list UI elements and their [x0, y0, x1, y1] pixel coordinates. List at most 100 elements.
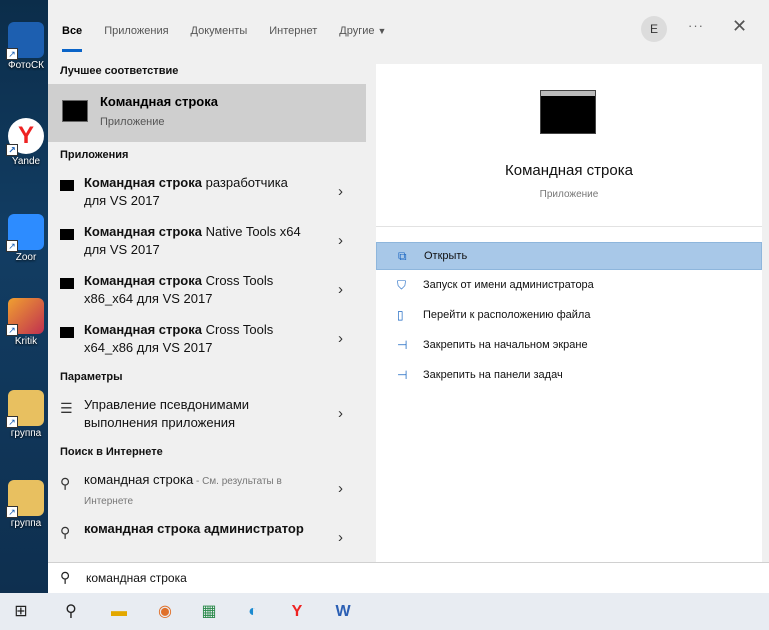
- results-list: Лучшее соответствие Командная строка При…: [48, 58, 366, 562]
- shortcut-arrow-icon: ↗: [6, 416, 18, 428]
- tab-apps[interactable]: Приложения: [104, 0, 168, 58]
- search-input[interactable]: командная строка: [86, 571, 187, 585]
- shortcut-arrow-icon: ↗: [6, 506, 18, 518]
- shortcut-arrow-icon: ↗: [6, 324, 18, 336]
- shield-run-icon: ⛉: [397, 278, 407, 292]
- action-run-as-admin[interactable]: ⛉ Запуск от имени администратора: [376, 272, 762, 300]
- more-options-icon[interactable]: ···: [688, 18, 704, 33]
- settings-result-item[interactable]: ☰ Управление псевдонимами выполнения прил…: [48, 390, 366, 439]
- folder-icon: ↗: [6, 390, 44, 428]
- best-match-title: Командная строка: [100, 94, 218, 109]
- section-apps: Приложения: [60, 149, 129, 161]
- pin-icon: ⊣: [397, 338, 408, 352]
- section-settings: Параметры: [60, 371, 123, 383]
- desktop-icon-label: группа: [10, 518, 42, 529]
- tab-all[interactable]: Все: [62, 0, 83, 58]
- best-match-item[interactable]: Командная строка Приложение: [48, 84, 366, 142]
- shortcut-arrow-icon: ↗: [6, 144, 18, 156]
- terminal-icon: [60, 180, 74, 191]
- calculator-icon[interactable]: ▦: [196, 599, 222, 625]
- settings-result-text: Управление псевдонимами выполнения прилож…: [84, 397, 250, 430]
- action-label: Закрепить на начальном экране: [423, 339, 588, 351]
- tab-label: Другие: [339, 25, 375, 37]
- chevron-right-icon[interactable]: ›: [338, 330, 343, 347]
- zoom-icon: ↗: [6, 214, 44, 252]
- tab-label: Все: [62, 25, 83, 37]
- preview-subtitle: Приложение: [539, 189, 599, 200]
- tab-label: Интернет: [269, 25, 318, 37]
- action-pin-to-taskbar[interactable]: ⊣ Закрепить на панели задач: [376, 362, 762, 390]
- desktop-icon-group-1[interactable]: ↗ группа: [4, 390, 48, 439]
- desktop-icon-label: Kritik: [14, 336, 38, 347]
- chevron-right-icon[interactable]: ›: [338, 405, 343, 422]
- desktop-icon-yandex[interactable]: Y ↗ Yande: [4, 118, 48, 167]
- app-result-text: Командная строка разработчика для VS 2017: [84, 175, 288, 208]
- terminal-icon: [60, 229, 74, 240]
- chevron-down-icon: ▼: [377, 26, 387, 36]
- app-result-item[interactable]: Командная строка Native Tools x64 для VS …: [48, 217, 366, 266]
- app-result-text: Командная строка Cross Tools x64_x86 для …: [84, 322, 274, 355]
- section-web-search: Поиск в Интернете: [60, 446, 163, 458]
- search-panel: Все Приложения Документы Интернет Другие…: [48, 0, 769, 593]
- krita-icon: ↗: [6, 298, 44, 336]
- desktop-icon-krita[interactable]: ↗ Kritik: [4, 298, 48, 347]
- preview-pane: Командная строка Приложение ⧉ Открыть ⛉ …: [376, 64, 762, 562]
- chevron-right-icon[interactable]: ›: [338, 281, 343, 298]
- desktop-icon-label: Zoor: [15, 252, 37, 263]
- app-result-item[interactable]: Командная строка Cross Tools x86_x64 для …: [48, 266, 366, 315]
- word-icon[interactable]: W: [330, 599, 356, 625]
- chevron-right-icon[interactable]: ›: [338, 232, 343, 249]
- photo-app-icon: ↗: [6, 22, 44, 60]
- close-icon[interactable]: ✕: [732, 16, 747, 37]
- desktop-icon-label: ФотоСК: [7, 60, 45, 71]
- folder-icon: ↗: [6, 480, 44, 518]
- divider: [376, 226, 762, 227]
- app-result-text: Командная строка Cross Tools x86_x64 для …: [84, 273, 274, 306]
- action-open-file-location[interactable]: ▯ Перейти к расположению файла: [376, 302, 762, 330]
- shortcut-arrow-icon: ↗: [6, 240, 18, 252]
- desktop-icon-label: группа: [10, 428, 42, 439]
- chevron-right-icon[interactable]: ›: [338, 480, 343, 497]
- terminal-icon: [62, 100, 88, 122]
- app-result-item[interactable]: Командная строка разработчика для VS 2017…: [48, 168, 366, 217]
- chevron-right-icon[interactable]: ›: [338, 183, 343, 200]
- search-box[interactable]: ⚲ командная строка: [48, 562, 769, 593]
- yandex-icon: Y ↗: [6, 118, 44, 156]
- tab-label: Документы: [190, 25, 248, 37]
- action-pin-to-start[interactable]: ⊣ Закрепить на начальном экране: [376, 332, 762, 360]
- search-icon: ⚲: [60, 524, 71, 540]
- web-result-item[interactable]: ⚲ командная строка - См. результаты в Инт…: [48, 465, 366, 514]
- avatar[interactable]: E: [641, 16, 667, 42]
- action-label: Запуск от имени администратора: [423, 279, 594, 291]
- app-result-text: Командная строка Native Tools x64 для VS …: [84, 224, 301, 257]
- search-icon[interactable]: ⚲: [58, 599, 84, 625]
- desktop-icon-zoom[interactable]: ↗ Zoor: [4, 214, 48, 263]
- web-result-item[interactable]: ⚲ командная строка администратор ›: [48, 514, 366, 562]
- settings-list-icon: ☰: [60, 400, 73, 416]
- desktop-icon-group-2[interactable]: ↗ группа: [4, 480, 48, 529]
- app-icon[interactable]: ◉: [152, 599, 178, 625]
- tab-other[interactable]: Другие ▼: [339, 0, 386, 58]
- action-label: Открыть: [424, 250, 468, 262]
- file-explorer-icon[interactable]: ▬: [106, 599, 132, 625]
- terminal-icon: [60, 278, 74, 289]
- app-result-item[interactable]: Командная строка Cross Tools x64_x86 для …: [48, 315, 366, 364]
- web-result-text: командная строка администратор: [84, 521, 304, 536]
- section-best-match: Лучшее соответствие: [60, 65, 179, 77]
- action-label: Закрепить на панели задач: [423, 369, 563, 381]
- action-open[interactable]: ⧉ Открыть: [376, 242, 762, 270]
- taskbar: ⊞ ⚲ ▬ ◉ ▦ ◐ Y W: [0, 593, 769, 630]
- windows-start-icon[interactable]: ⊞: [8, 599, 34, 625]
- desktop-icon-fotosk[interactable]: ↗ ФотоСК: [4, 22, 48, 71]
- shortcut-arrow-icon: ↗: [6, 48, 18, 60]
- chevron-right-icon[interactable]: ›: [338, 529, 343, 546]
- yandex-browser-icon[interactable]: Y: [284, 599, 310, 625]
- edge-icon[interactable]: ◐: [240, 599, 266, 625]
- tab-label: Приложения: [104, 25, 169, 37]
- tab-documents[interactable]: Документы: [191, 0, 248, 58]
- terminal-icon: [60, 327, 74, 338]
- terminal-icon: [540, 90, 596, 134]
- preview-title: Командная строка: [505, 162, 633, 179]
- tab-internet[interactable]: Интернет: [269, 0, 317, 58]
- pin-icon: ⊣: [397, 368, 408, 382]
